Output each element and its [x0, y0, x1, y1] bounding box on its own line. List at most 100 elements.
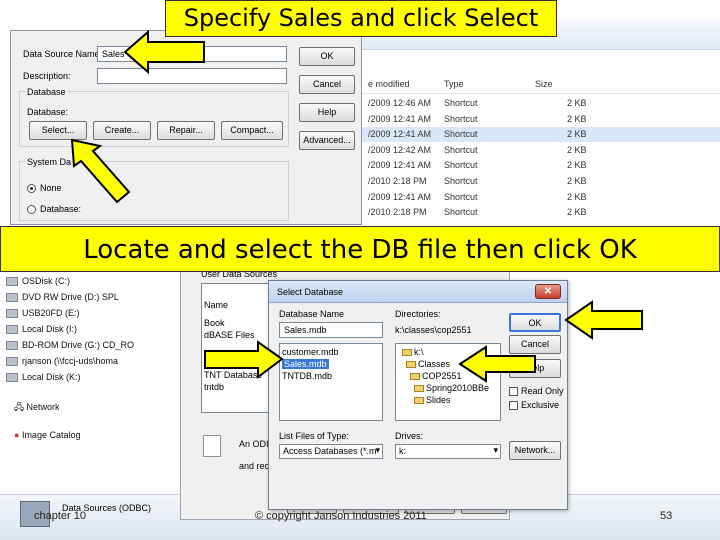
- user-dsn-list[interactable]: Name Book dBASE Files TNT Database tntdb: [201, 283, 271, 413]
- directories-label: Directories:: [395, 309, 441, 319]
- advanced-button[interactable]: Advanced...: [299, 131, 355, 150]
- footer-copyright: © copyright Janson Industries 2011: [255, 510, 427, 522]
- cell-type: Shortcut: [444, 191, 478, 202]
- data-source-name-label: Data Source Name:: [23, 49, 103, 59]
- network-button[interactable]: Network...: [509, 441, 561, 460]
- select-database-dialog: Select Database ✕ Database Name Sales.md…: [268, 280, 568, 510]
- odbc-setup-dialog: Data Source Name: Sales Description: Dat…: [10, 30, 362, 225]
- nav-item-image-catalog[interactable]: ● Image Catalog: [14, 430, 80, 440]
- nav-item-local-k[interactable]: Local Disk (K:): [6, 372, 81, 382]
- close-icon[interactable]: ✕: [535, 284, 561, 299]
- exclusive-checkbox[interactable]: [509, 401, 518, 410]
- list-item[interactable]: tntdb: [204, 382, 224, 392]
- cell-size: 2 KB: [567, 129, 587, 140]
- slide-stage: e modified Type Size /2009 12:46 AM Short…: [0, 0, 720, 540]
- select-button[interactable]: Select...: [29, 121, 87, 140]
- table-row[interactable]: /2009 12:41 AM Shortcut 2 KB: [360, 190, 720, 205]
- nav-item-osdisk[interactable]: OSDisk (C:): [6, 276, 70, 286]
- cell-date: /2009 12:46 AM: [368, 98, 432, 108]
- desc-text-2: and rec: [239, 461, 270, 471]
- drives-label: Drives:: [395, 431, 424, 441]
- cell-size: 2 KB: [567, 113, 587, 124]
- table-row[interactable]: /2009 12:41 AM Shortcut 2 KB: [360, 127, 720, 143]
- table-row[interactable]: /2009 12:42 AM Shortcut 2 KB: [360, 143, 720, 158]
- current-directory: k:\classes\cop2551: [395, 325, 472, 335]
- folder-item[interactable]: Slides: [414, 395, 451, 405]
- file-item-customer[interactable]: customer.mdb: [282, 347, 339, 357]
- database-group-label: Database: [25, 87, 68, 97]
- help-button[interactable]: Help: [299, 103, 355, 122]
- column-date-modified[interactable]: e modified: [368, 79, 410, 89]
- select-cancel-button[interactable]: Cancel: [509, 335, 561, 354]
- system-database-group-label: System Da: [25, 157, 74, 167]
- file-item-tntdb[interactable]: TNTDB.mdb: [282, 371, 332, 381]
- cell-size: 2 KB: [567, 144, 587, 155]
- cell-size: 2 KB: [567, 98, 587, 108]
- drive-select[interactable]: k:: [395, 444, 501, 459]
- drive-icon: [6, 293, 18, 302]
- folder-open-icon: [402, 349, 412, 357]
- read-only-checkbox[interactable]: [509, 387, 518, 396]
- column-type[interactable]: Type: [444, 79, 464, 89]
- list-item[interactable]: dBASE Files: [204, 330, 255, 340]
- cell-date: /2009 12:41 AM: [368, 113, 432, 124]
- cell-type: Shortcut: [444, 176, 478, 186]
- table-row[interactable]: /2009 12:41 AM Shortcut 2 KB: [360, 158, 720, 173]
- read-only-label: Read Only: [521, 386, 564, 396]
- description-input[interactable]: [97, 68, 287, 84]
- select-help-button[interactable]: Help: [509, 359, 561, 378]
- ok-button[interactable]: OK: [299, 47, 355, 66]
- cancel-button[interactable]: Cancel: [299, 75, 355, 94]
- nav-item-rjanson[interactable]: rjanson (\\fccj-uds\homa: [6, 356, 118, 366]
- cell-date: /2010 2:18 PM: [368, 207, 427, 218]
- nav-item-dvd[interactable]: DVD RW Drive (D:) SPL: [6, 292, 119, 302]
- file-type-label: List Files of Type:: [279, 431, 349, 441]
- drive-icon: [6, 277, 18, 286]
- database-name-label: Database Name: [279, 309, 345, 319]
- table-row[interactable]: /2009 12:46 AM Shortcut 2 KB: [360, 96, 720, 111]
- database-file-list[interactable]: customer.mdb Sales.mdb TNTDB.mdb: [279, 343, 383, 421]
- desc-text-1: An ODI: [239, 439, 269, 449]
- cell-date: /2009 12:42 AM: [368, 144, 432, 155]
- column-size[interactable]: Size: [535, 79, 553, 89]
- network-icon: 🖧: [14, 402, 27, 412]
- drive-icon: [6, 341, 18, 350]
- select-database-title: Select Database: [277, 287, 344, 297]
- cell-type: Shortcut: [444, 160, 478, 171]
- nav-item-bdrom[interactable]: BD-ROM Drive (G:) CD_RO: [6, 340, 134, 350]
- create-button[interactable]: Create...: [93, 121, 151, 140]
- radio-database-label: Database:: [40, 204, 82, 214]
- cell-type: Shortcut: [444, 207, 478, 218]
- file-item-sales[interactable]: Sales.mdb: [282, 359, 329, 369]
- data-source-name-input[interactable]: Sales: [97, 46, 287, 62]
- catalog-icon: ●: [14, 430, 22, 440]
- list-item[interactable]: Book: [204, 318, 225, 328]
- nav-item-usb[interactable]: USB20FD (E:): [6, 308, 80, 318]
- folder-open-icon: [410, 373, 420, 381]
- explorer-navigation-pane: OSDisk (C:) DVD RW Drive (D:) SPL USB20F…: [0, 262, 195, 512]
- folder-item[interactable]: k:\: [402, 347, 424, 357]
- table-row[interactable]: /2010 2:18 PM Shortcut 2 KB: [360, 174, 720, 189]
- drive-icon: [6, 325, 18, 334]
- repair-button[interactable]: Repair...: [157, 121, 215, 140]
- radio-database[interactable]: [27, 205, 36, 214]
- nav-item-network[interactable]: 🖧 Network: [14, 400, 60, 416]
- database-name-input[interactable]: Sales.mdb: [279, 322, 383, 338]
- cell-date: /2009 12:41 AM: [368, 160, 432, 171]
- folder-item[interactable]: Classes: [406, 359, 450, 369]
- file-type-select[interactable]: Access Databases (*.m: [279, 444, 383, 459]
- directory-tree[interactable]: k:\ Classes COP2551 Spring2010BBe Slides: [395, 343, 501, 421]
- table-row[interactable]: /2010 2:18 PM Shortcut 2 KB: [360, 205, 720, 220]
- list-item[interactable]: TNT Database: [204, 370, 262, 380]
- database-label: Database:: [27, 107, 69, 117]
- radio-none-label: None: [40, 183, 62, 193]
- radio-none[interactable]: [27, 184, 36, 193]
- compact-button[interactable]: Compact...: [221, 121, 283, 140]
- folder-item[interactable]: COP2551: [410, 371, 462, 381]
- nav-item-local-i[interactable]: Local Disk (I:): [6, 324, 77, 334]
- select-ok-button[interactable]: OK: [509, 313, 561, 332]
- cell-type: Shortcut: [444, 98, 478, 108]
- table-row[interactable]: /2009 12:41 AM Shortcut 2 KB: [360, 112, 720, 127]
- folder-item[interactable]: Spring2010BBe: [414, 383, 489, 393]
- cell-size: 2 KB: [567, 207, 587, 218]
